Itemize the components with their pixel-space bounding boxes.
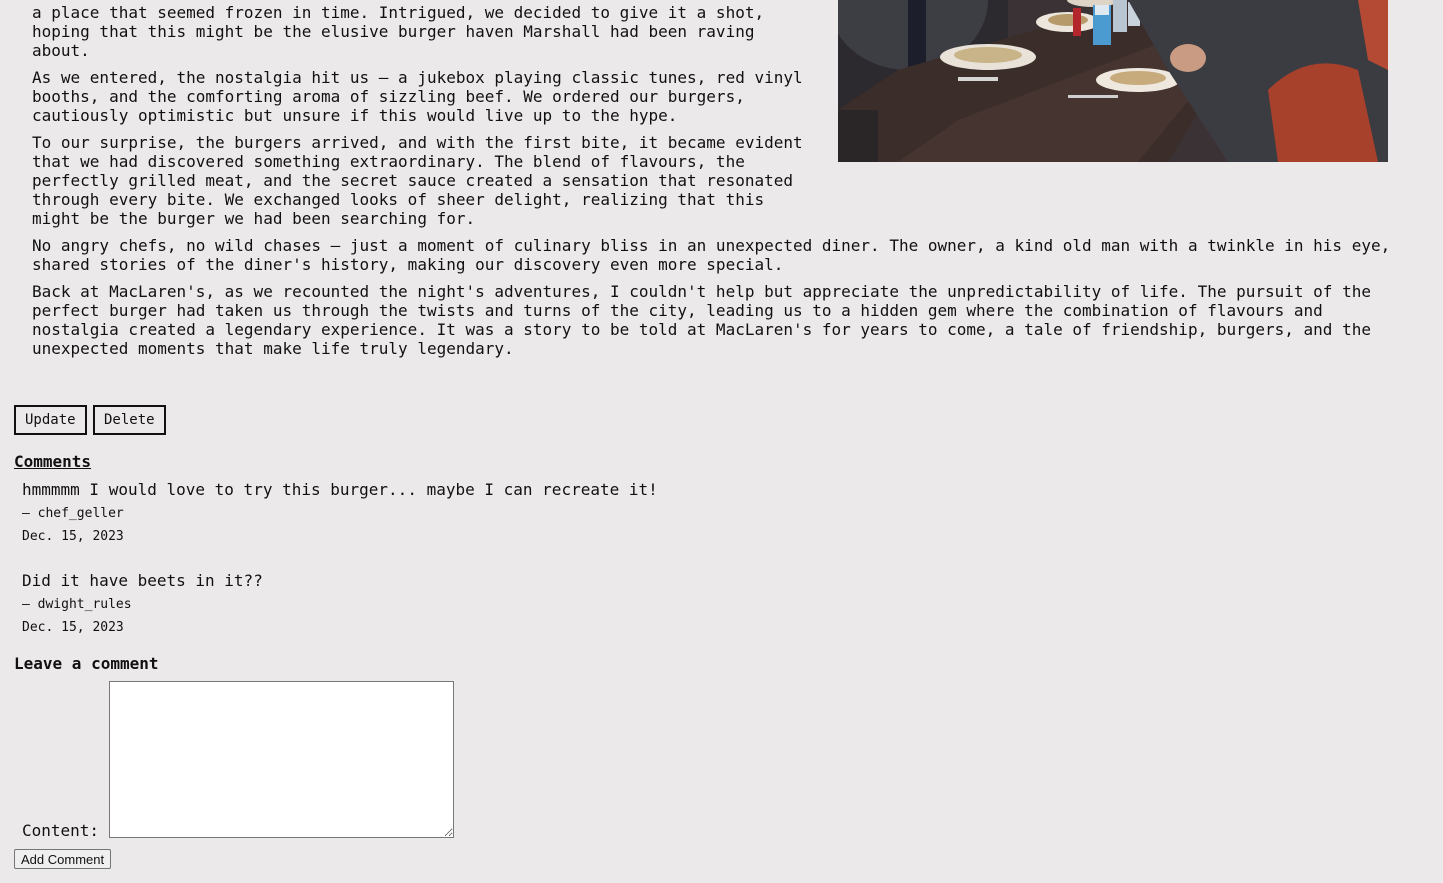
content-label: Content:: [22, 821, 100, 840]
diner-photo: [838, 0, 1388, 162]
leave-comment-heading: Leave a comment: [14, 654, 159, 673]
article-paragraph-3: To our surprise, the burgers arrived, an…: [32, 133, 803, 228]
comment-author: – chef_geller: [22, 506, 124, 521]
update-button[interactable]: Update: [14, 405, 87, 435]
comment-author: – dwight_rules: [22, 597, 132, 612]
comment-date: Dec. 15, 2023: [22, 620, 124, 635]
delete-button[interactable]: Delete: [93, 405, 166, 435]
article-paragraph-2: As we entered, the nostalgia hit us – a …: [32, 68, 803, 125]
content-textarea[interactable]: [109, 681, 454, 838]
comment-text: Did it have beets in it??: [22, 571, 263, 590]
article-paragraph-4: No angry chefs, no wild chases – just a …: [32, 236, 1391, 274]
add-comment-button[interactable]: Add Comment: [14, 849, 112, 869]
comments-heading: Comments: [14, 452, 92, 471]
comment-text: hmmmmm I would love to try this burger..…: [22, 480, 658, 499]
article-paragraph-1: a place that seemed frozen in time. Intr…: [32, 3, 765, 60]
comment-date: Dec. 15, 2023: [22, 529, 124, 544]
article-paragraph-5: Back at MacLaren's, as we recounted the …: [32, 282, 1371, 358]
